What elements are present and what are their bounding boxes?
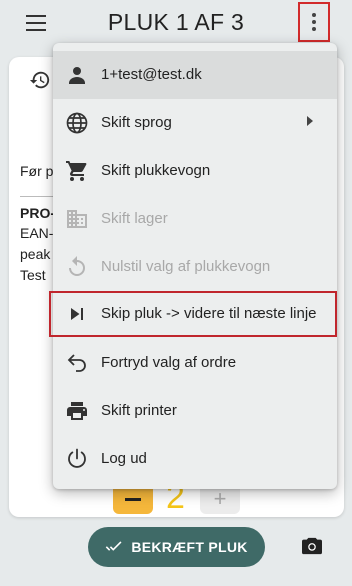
submenu-arrow-icon	[307, 116, 313, 126]
menu-item-user[interactable]: 1+test@test.dk	[53, 51, 337, 99]
menu-item-undo-order[interactable]: Fortryd valg af ordre	[53, 339, 337, 387]
menu-item-label: Log ud	[101, 450, 147, 467]
location-text: peak	[20, 246, 51, 262]
camera-icon[interactable]	[301, 536, 323, 556]
reset-icon	[69, 256, 85, 276]
menu-item-label: Skift printer	[101, 402, 177, 419]
history-icon[interactable]	[29, 69, 51, 91]
confirm-pick-button[interactable]: BEKRÆFT PLUK	[88, 527, 265, 567]
menu-item-change-language[interactable]: Skift sprog	[53, 99, 337, 147]
menu-item-log-out[interactable]: Log ud	[53, 435, 337, 483]
skip-next-icon	[71, 308, 83, 320]
app-header: PLUK 1 AF 3	[0, 0, 352, 46]
menu-item-change-warehouse: Skift lager	[53, 195, 337, 243]
person-icon	[69, 67, 85, 84]
ean-text: EAN-	[20, 225, 54, 241]
product-code: PRO-	[20, 205, 55, 221]
power-icon	[68, 448, 86, 468]
warehouse-icon	[67, 210, 87, 228]
menu-item-label: Nulstil valg af plukkevogn	[101, 258, 271, 275]
menu-item-skip-pick[interactable]: Skip pluk -> videre til næste linje	[49, 291, 337, 337]
cart-icon	[66, 161, 87, 181]
menu-item-label: Skift lager	[101, 210, 168, 227]
more-options-button[interactable]	[298, 2, 330, 42]
menu-item-change-cart[interactable]: Skift plukkevogn	[53, 147, 337, 195]
menu-item-label: Skift sprog	[101, 114, 172, 131]
undo-icon	[67, 354, 86, 372]
note-text: Test	[20, 267, 46, 283]
confirm-pick-label: BEKRÆFT PLUK	[131, 539, 248, 555]
plus-label: +	[213, 486, 227, 511]
options-menu: 1+test@test.dk Skift sprog Skift plukkev…	[49, 43, 337, 489]
menu-item-label: Skift plukkevogn	[101, 162, 211, 179]
menu-item-reset-cart: Nulstil valg af plukkevogn	[53, 243, 337, 291]
menu-item-change-printer[interactable]: Skift printer	[53, 387, 337, 435]
menu-item-label: Fortryd valg af ordre	[101, 354, 237, 371]
menu-item-label: Skip pluk -> videre til næste linje	[101, 305, 317, 322]
double-check-icon	[106, 541, 122, 551]
printer-icon	[67, 402, 87, 420]
menu-item-label: 1+test@test.dk	[101, 66, 202, 83]
globe-icon	[66, 112, 88, 134]
before-pick-text: Før p	[20, 163, 54, 179]
